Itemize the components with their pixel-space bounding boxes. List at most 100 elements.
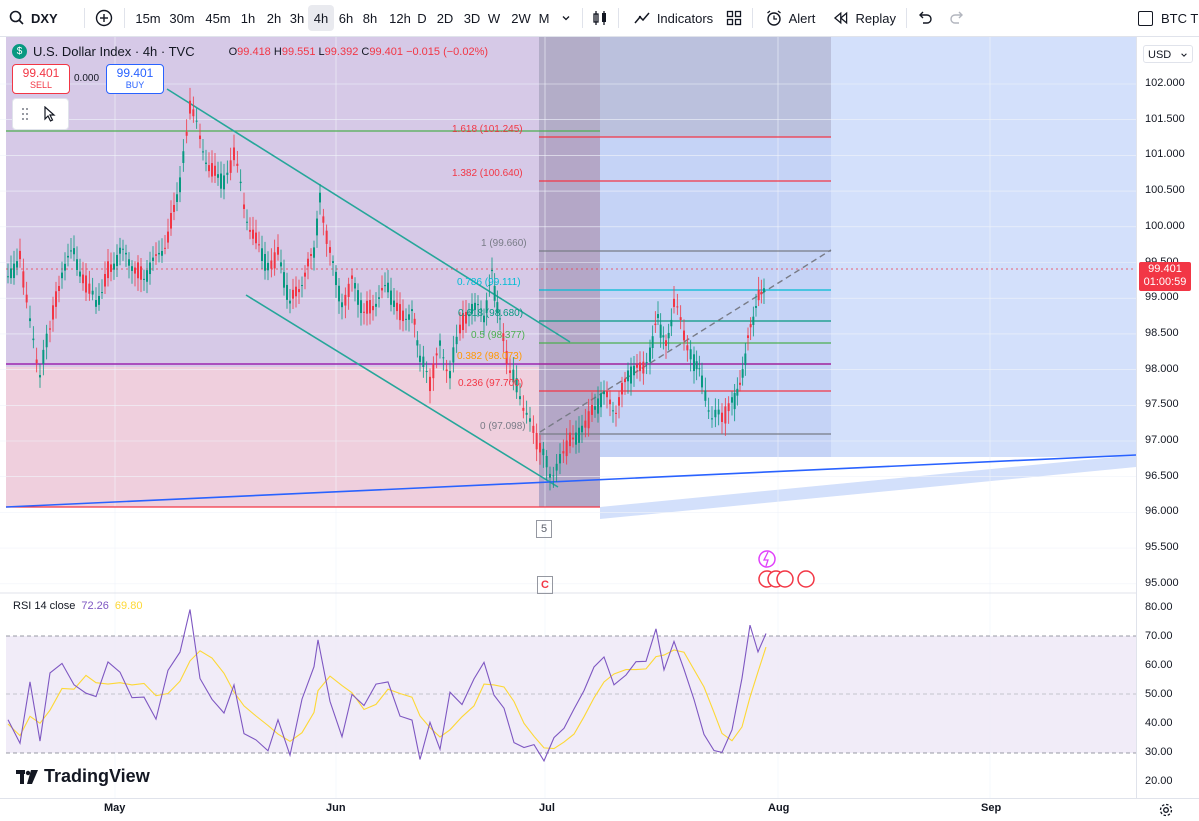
currency-select[interactable]: USD: [1143, 45, 1193, 63]
time-label: Jul: [539, 802, 555, 814]
symbol-label: DXY: [31, 10, 58, 26]
rsi-scale-label: 80.00: [1145, 601, 1173, 613]
rewind-icon: [833, 11, 848, 25]
logo-text: TradingView: [44, 766, 150, 786]
rsi-label[interactable]: RSI 14 close: [13, 600, 75, 612]
price-label: 97.500: [1145, 398, 1179, 411]
us-flag-icon[interactable]: [797, 570, 815, 588]
sell-button[interactable]: 99.401 SELL: [12, 64, 70, 94]
chevron-down-icon: [562, 16, 570, 21]
timeframe-W[interactable]: W: [484, 0, 504, 36]
symbol-search[interactable]: DXY: [8, 0, 68, 36]
timeframe-dropdown[interactable]: [558, 0, 574, 36]
rsi-scale-label: 70.00: [1145, 630, 1173, 642]
alert-button[interactable]: Alert: [762, 0, 818, 36]
price-label: 101.500: [1145, 112, 1185, 125]
drag-handle-icon[interactable]: [20, 106, 30, 122]
fib-level-label: 0.5 (98.377): [471, 330, 525, 341]
us-flag-icon[interactable]: [776, 570, 794, 588]
timeframe-30m[interactable]: 30m: [164, 0, 200, 36]
redo-button[interactable]: [946, 0, 968, 36]
projection-zone-blue: [831, 37, 1136, 458]
fib-level-label: 1.618 (101.245): [452, 124, 523, 135]
price-label: 100.000: [1145, 219, 1185, 232]
chart-type-button[interactable]: [590, 0, 610, 36]
price-label: 98.000: [1145, 362, 1179, 375]
time-label: Sep: [981, 802, 1002, 814]
timeframe-8h[interactable]: 8h: [356, 0, 384, 36]
floating-drawing-toolbar[interactable]: [12, 98, 69, 130]
settings-gear-icon[interactable]: [1159, 803, 1173, 817]
checkbox-icon[interactable]: [1138, 10, 1153, 26]
current-price-tag: 99.401 01:00:59: [1139, 262, 1191, 291]
rsi-scale-label: 50.00: [1145, 688, 1173, 700]
fib-level-label: 0.236 (97.700): [458, 378, 524, 389]
rsi-scale-label: 20.00: [1145, 775, 1173, 787]
indicators-button[interactable]: Indicators: [628, 0, 718, 36]
wave-5-marker[interactable]: 5: [536, 520, 552, 538]
economic-events[interactable]: [758, 550, 815, 588]
timeframe-4h[interactable]: 4h: [308, 5, 334, 31]
top-toolbar: DXY 15m 30m 45m 1h 2h 3h 4h 6h 8h 12h D 2D 3D W 2W M In…: [0, 0, 1199, 37]
alert-label: Alert: [788, 10, 816, 26]
timeframe-D[interactable]: D: [412, 0, 432, 36]
time-axis[interactable]: May Jun Jul Aug Sep: [0, 798, 1199, 821]
time-label: Aug: [768, 802, 790, 814]
plus-circle-icon: [95, 9, 113, 27]
price-label: 96.500: [1145, 469, 1179, 482]
candles-icon: [593, 11, 606, 25]
undo-icon: [919, 11, 932, 24]
search-icon: [9, 10, 24, 25]
timeframe-2D[interactable]: 2D: [432, 0, 458, 36]
rsi-scale-label: 60.00: [1145, 659, 1173, 671]
ohlc-values: O99.418 H99.551 L99.392 C99.401 −0.015 (…: [228, 45, 489, 58]
timeframe-3D[interactable]: 3D: [458, 0, 486, 36]
rsi-value: 72.26: [81, 600, 109, 612]
fib-level-label: 1 (99.660): [481, 238, 527, 249]
timeframe-15m[interactable]: 15m: [132, 0, 164, 36]
cursor-icon[interactable]: [43, 106, 57, 122]
fib-level-label: 0.382 (98.073): [457, 351, 523, 362]
rsi-band: [6, 636, 1136, 753]
rsi-scale-label: 40.00: [1145, 717, 1173, 729]
rsi-scale-label: 30.00: [1145, 746, 1173, 758]
compare-symbol-button[interactable]: [92, 0, 116, 36]
time-label: May: [104, 802, 126, 814]
replay-button[interactable]: Replay: [832, 0, 896, 36]
timeframe-3h[interactable]: 3h: [284, 0, 310, 36]
timeframe-2W[interactable]: 2W: [508, 0, 534, 36]
price-label: 95.000: [1145, 576, 1179, 589]
timeframe-1h[interactable]: 1h: [236, 0, 260, 36]
compare-label: BTC T: [1161, 10, 1199, 26]
fib-level-label: 0 (97.098): [480, 421, 526, 432]
tradingview-logo-icon: [16, 769, 38, 784]
layout-templates-button[interactable]: [724, 0, 744, 36]
replay-label: Replay: [855, 10, 896, 26]
time-label: Jun: [326, 802, 346, 814]
price-label: 99.000: [1145, 291, 1179, 304]
rsi-pane: [6, 609, 1136, 763]
fib-extension-zone: [539, 37, 831, 137]
undo-button[interactable]: [914, 0, 936, 36]
rsi-ma-value: 69.80: [114, 600, 143, 612]
price-label: 102.000: [1145, 77, 1185, 89]
fib-level-label: 0.786 (99.111): [457, 277, 521, 288]
buy-button[interactable]: 99.401 BUY: [106, 64, 164, 94]
price-label: 98.500: [1145, 326, 1179, 339]
wave-c-marker[interactable]: C: [537, 576, 553, 594]
redo-icon: [950, 11, 963, 24]
price-chart[interactable]: [0, 37, 1136, 798]
timeframe-M[interactable]: M: [534, 0, 554, 36]
price-scale[interactable]: USD 102.000 101.500 101.000 100.500 100.000 9…: [1136, 37, 1199, 798]
price-label: 101.000: [1145, 148, 1185, 161]
indicators-icon: [634, 12, 650, 24]
symbol-title[interactable]: U.S. Dollar Index · 4h · TVC: [33, 44, 195, 59]
compare-toggle[interactable]: BTC T: [1138, 0, 1199, 36]
timeframe-45m[interactable]: 45m: [200, 0, 236, 36]
chevron-down-icon: [1181, 53, 1187, 57]
spread-value: 0.000: [74, 73, 100, 84]
tradingview-logo[interactable]: TradingView: [16, 766, 150, 787]
fib-level-label: 0.618 (98.680): [458, 308, 524, 319]
rsi-legend: RSI 14 close 72.26 69.80: [13, 600, 142, 612]
price-label: 97.000: [1145, 434, 1179, 446]
